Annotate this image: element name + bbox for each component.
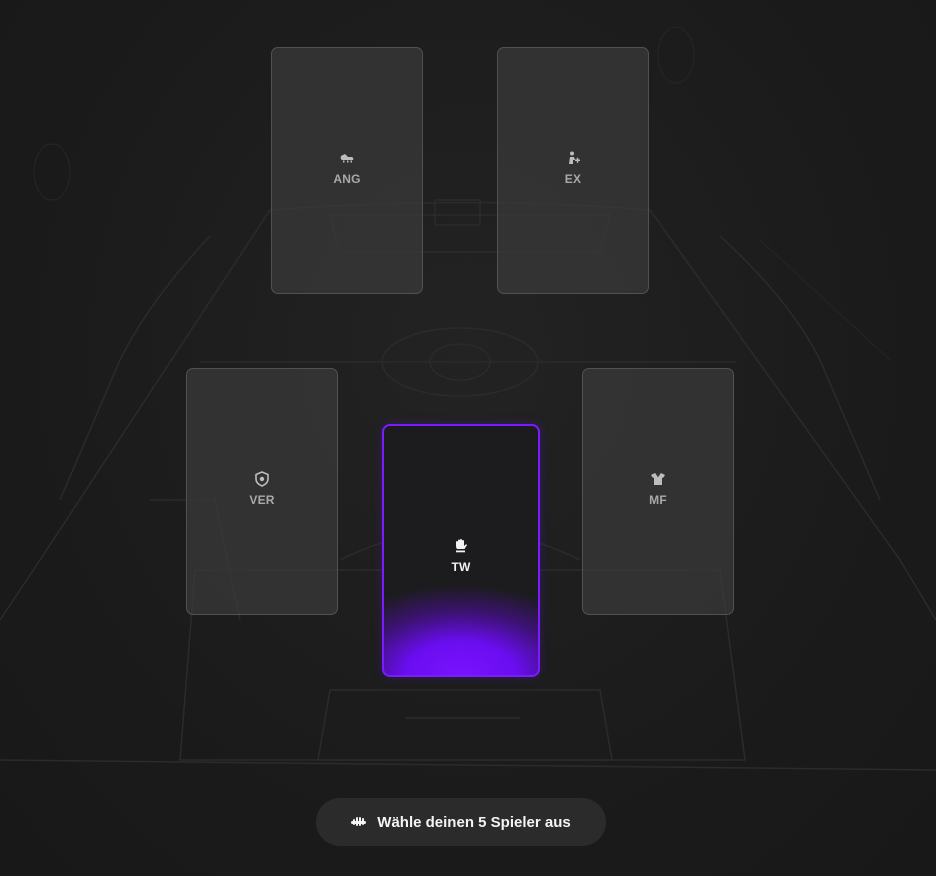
hand-icon	[351, 817, 367, 826]
position-label: VER	[249, 492, 275, 507]
player-plus-icon	[569, 151, 580, 164]
position-label: MF	[649, 492, 667, 507]
position-card-ang[interactable]: ANG	[271, 47, 423, 294]
position-card-ver[interactable]: VER	[186, 368, 338, 615]
position-label: TW	[451, 559, 471, 574]
choose-player-label: Wähle deinen 5 Spieler aus	[377, 813, 571, 831]
jersey-icon	[651, 472, 665, 485]
position-card-tw[interactable]: TW	[382, 424, 540, 677]
shield-icon	[255, 470, 269, 487]
position-label: EX	[564, 171, 582, 186]
position-label: ANG	[333, 171, 361, 186]
choose-player-button[interactable]: Wähle deinen 5 Spieler aus	[316, 798, 606, 846]
glove-icon	[456, 538, 467, 552]
position-card-ex[interactable]: EX	[497, 47, 649, 294]
lineup-stage: ANG EX VER TW MF Wähle deinen 5 Spieler …	[0, 0, 936, 876]
position-card-mf[interactable]: MF	[582, 368, 734, 615]
cleat-icon	[340, 153, 354, 162]
